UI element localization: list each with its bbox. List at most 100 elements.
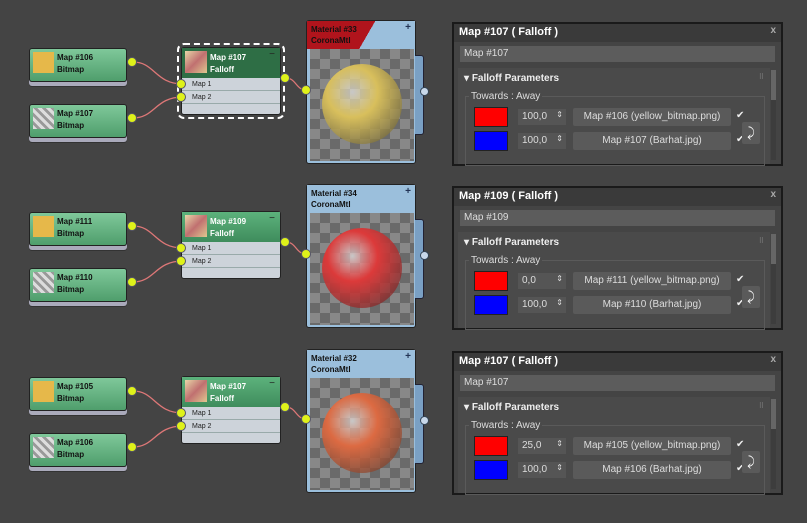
minimize-button[interactable]: − (269, 49, 275, 60)
map-enable-checkbox[interactable]: ✔ (736, 274, 744, 285)
towards-away-group: Towards : Away 100,0 ⇕ Map #106 (yellow_b… (465, 91, 765, 166)
swap-colors-button[interactable]: ⤸ (742, 451, 760, 473)
input-socket[interactable] (301, 249, 311, 259)
spinner-arrows-icon[interactable]: ⇕ (556, 274, 563, 283)
output-socket[interactable] (280, 73, 290, 83)
slot-map-1[interactable]: Map 1 (182, 407, 280, 420)
panel-title: Map #107 ( Falloff ) (459, 26, 559, 38)
close-button[interactable]: x (770, 354, 776, 365)
input-socket[interactable] (301, 85, 311, 95)
expand-button[interactable]: + (405, 186, 411, 197)
slot-map-2[interactable]: Map 2 (182, 420, 280, 433)
amount-spinner[interactable]: 100,0 ⇕ (518, 109, 566, 125)
amount-spinner[interactable]: 100,0 ⇕ (518, 297, 566, 313)
material-node[interactable]: Material #34 CoronaMtl + (306, 184, 429, 328)
bitmap-node[interactable]: Map #106 Bitmap (29, 48, 127, 82)
node-type: Falloff (210, 229, 234, 238)
map-button[interactable]: Map #105 (yellow_bitmap.png) (573, 437, 731, 455)
scrollbar[interactable] (771, 399, 776, 489)
falloff-node[interactable]: Map #107 Falloff − Map 1 Map 2 (181, 376, 281, 444)
rollout-title[interactable]: Falloff Parameters (472, 237, 559, 248)
color-swatch[interactable] (474, 131, 508, 151)
falloff-line2: 100,0 ⇕ Map #107 (Barhat.jpg) ✔ (474, 131, 764, 151)
output-socket[interactable] (127, 113, 137, 123)
output-socket[interactable] (420, 251, 429, 260)
amount-spinner[interactable]: 0,0 ⇕ (518, 273, 566, 289)
close-button[interactable]: x (770, 25, 776, 36)
spinner-arrows-icon[interactable]: ⇕ (556, 134, 563, 143)
slot-map-2[interactable]: Map 2 (182, 91, 280, 104)
output-socket[interactable] (280, 237, 290, 247)
amount-spinner[interactable]: 25,0 ⇕ (518, 438, 566, 454)
slot-map-2[interactable]: Map 2 (182, 255, 280, 268)
map-button[interactable]: Map #107 (Barhat.jpg) (573, 132, 731, 150)
expand-button[interactable]: + (405, 22, 411, 33)
color-swatch[interactable] (474, 271, 508, 291)
output-socket[interactable] (127, 442, 137, 452)
minimize-button[interactable]: − (269, 378, 275, 389)
falloff-line2: 100,0 ⇕ Map #106 (Barhat.jpg) ✔ (474, 460, 764, 480)
towards-away-group: Towards : Away 0,0 ⇕ Map #111 (yellow_bit… (465, 255, 765, 330)
map-enable-checkbox[interactable]: ✔ (736, 110, 744, 121)
group-label: Towards : Away (469, 420, 543, 431)
input-socket-map-1[interactable] (176, 408, 186, 418)
material-node[interactable]: Material #33 CoronaMtl + (306, 20, 429, 164)
map-button[interactable]: Map #110 (Barhat.jpg) (573, 296, 731, 314)
material-preview (310, 378, 414, 490)
falloff-node[interactable]: Map #107 Falloff − Map 1 Map 2 (177, 43, 285, 119)
collapse-arrow-icon[interactable]: ▾ (464, 402, 472, 413)
map-name-input[interactable]: Map #109 (460, 210, 775, 226)
minimize-button[interactable]: − (269, 213, 275, 224)
color-swatch[interactable] (474, 460, 508, 480)
input-socket-map-2[interactable] (176, 92, 186, 102)
output-socket[interactable] (127, 386, 137, 396)
output-socket[interactable] (127, 57, 137, 67)
collapse-arrow-icon[interactable]: ▾ (464, 237, 472, 248)
falloff-thumbnail (185, 51, 207, 73)
spinner-arrows-icon[interactable]: ⇕ (556, 463, 563, 472)
close-button[interactable]: x (770, 189, 776, 200)
bitmap-node[interactable]: Map #111 Bitmap (29, 212, 127, 246)
input-socket-map-2[interactable] (176, 421, 186, 431)
bitmap-node[interactable]: Map #106 Bitmap (29, 433, 127, 467)
bitmap-node[interactable]: Map #110 Bitmap (29, 268, 127, 302)
spinner-arrows-icon[interactable]: ⇕ (556, 439, 563, 448)
input-socket-map-1[interactable] (176, 79, 186, 89)
input-socket-map-1[interactable] (176, 243, 186, 253)
input-socket-map-2[interactable] (176, 256, 186, 266)
scrollbar[interactable] (771, 234, 776, 324)
color-swatch[interactable] (474, 436, 508, 456)
map-button[interactable]: Map #106 (Barhat.jpg) (573, 461, 731, 479)
map-button[interactable]: Map #106 (yellow_bitmap.png) (573, 108, 731, 126)
spinner-arrows-icon[interactable]: ⇕ (556, 298, 563, 307)
bitmap-node[interactable]: Map #105 Bitmap (29, 377, 127, 411)
falloff-node[interactable]: Map #109 Falloff − Map 1 Map 2 (181, 211, 281, 279)
output-socket[interactable] (280, 402, 290, 412)
amount-spinner[interactable]: 100,0 ⇕ (518, 462, 566, 478)
material-node[interactable]: Material #32 CoronaMtl + (306, 349, 429, 493)
swap-colors-button[interactable]: ⤸ (742, 122, 760, 144)
rollout-title[interactable]: Falloff Parameters (472, 73, 559, 84)
map-button[interactable]: Map #111 (yellow_bitmap.png) (573, 272, 731, 290)
amount-value: 0,0 (522, 275, 536, 286)
spinner-arrows-icon[interactable]: ⇕ (556, 110, 563, 119)
output-socket[interactable] (420, 87, 429, 96)
input-socket[interactable] (301, 414, 311, 424)
scrollbar[interactable] (771, 70, 776, 160)
expand-button[interactable]: + (405, 351, 411, 362)
amount-spinner[interactable]: 100,0 ⇕ (518, 133, 566, 149)
bitmap-node[interactable]: Map #107 Bitmap (29, 104, 127, 138)
map-name-input[interactable]: Map #107 (460, 375, 775, 391)
color-swatch[interactable] (474, 295, 508, 315)
output-socket[interactable] (127, 277, 137, 287)
rollout-title[interactable]: Falloff Parameters (472, 402, 559, 413)
map-name-input[interactable]: Map #107 (460, 46, 775, 62)
output-socket[interactable] (420, 416, 429, 425)
output-socket[interactable] (127, 221, 137, 231)
collapse-arrow-icon[interactable]: ▾ (464, 73, 472, 84)
map-enable-checkbox[interactable]: ✔ (736, 439, 744, 450)
swap-colors-button[interactable]: ⤸ (742, 286, 760, 308)
color-swatch[interactable] (474, 107, 508, 127)
slot-map-1[interactable]: Map 1 (182, 242, 280, 255)
slot-map-1[interactable]: Map 1 (182, 78, 280, 91)
